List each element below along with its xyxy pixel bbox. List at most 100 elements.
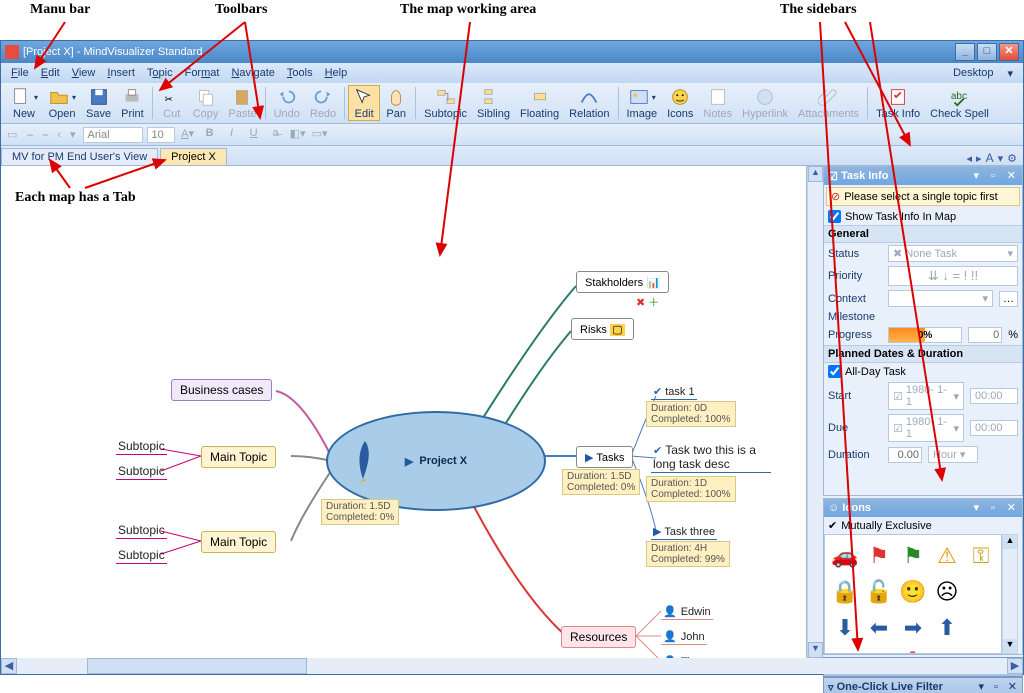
show-task-info-checkbox[interactable]: Show Task Info In Map <box>824 208 1022 225</box>
node-tasks[interactable]: ▶ Tasks <box>576 446 633 468</box>
leaf-subtopic[interactable]: Subtopic <box>116 464 167 480</box>
strike-icon[interactable]: a̶ <box>267 126 285 144</box>
tool-pan[interactable]: Pan <box>380 85 412 121</box>
vscrollbar[interactable]: ▲ ▼ <box>807 166 823 658</box>
tab-project-x[interactable]: Project X <box>160 148 227 165</box>
leaf-task2[interactable]: ✔Task two this is a long task desc <box>651 444 771 473</box>
menu-tools[interactable]: Tools <box>281 65 319 81</box>
due-time[interactable]: 00:00 <box>970 420 1018 436</box>
menu-format[interactable]: Format <box>179 65 226 81</box>
context-more-button[interactable]: … <box>999 291 1018 307</box>
cancel-icon[interactable]: ✖ <box>863 647 895 654</box>
hscrollbar[interactable]: ◀ ▶ <box>1 658 1023 674</box>
start-date[interactable]: ☑ 1980- 1- 1 ▾ <box>888 382 964 410</box>
node-risks[interactable]: Risks ▢ <box>571 318 634 340</box>
fill-color-icon[interactable]: ◧▾ <box>289 126 307 144</box>
tool-print[interactable]: Print <box>116 85 149 121</box>
menu-topic[interactable]: Topic <box>141 65 179 81</box>
size-select[interactable]: 10 <box>147 127 175 143</box>
unlock-icon[interactable]: 🔓 <box>863 575 895 609</box>
tool-checkspell[interactable]: abcCheck Spell <box>925 85 994 121</box>
tool-floating[interactable]: Floating <box>515 85 564 121</box>
menu-view[interactable]: View <box>66 65 102 81</box>
tool-relation[interactable]: Relation <box>564 85 614 121</box>
tool-open[interactable]: ▾Open <box>43 85 81 121</box>
scroll-thumb[interactable] <box>87 658 307 674</box>
duration-unit[interactable]: Hour ▾ <box>928 446 978 463</box>
leaf-task1[interactable]: ✔task 1 <box>651 384 697 400</box>
mutual-exclusive-checkbox[interactable]: ✔Mutually Exclusive <box>824 517 1022 534</box>
tool-icons[interactable]: Icons <box>662 85 698 121</box>
bold-icon[interactable]: B <box>201 126 219 144</box>
close-button[interactable]: ✕ <box>999 43 1019 61</box>
duration-value[interactable]: 0.00 <box>888 447 922 463</box>
icons-grid[interactable]: 🚗 ⚑ ⚑ ⚠ ⚿ 🔒 🔓 🙂 ☹ ⬇ ⬅ ➡ ⬆ <box>824 534 1002 654</box>
tool-subtopic[interactable]: Subtopic <box>419 85 472 121</box>
tab-funnel-icon[interactable]: ▾ <box>998 152 1004 165</box>
check-icon[interactable]: ✔ <box>829 647 861 654</box>
tab-settings-icon[interactable]: ⚙ <box>1007 152 1017 165</box>
shape-tools[interactable]: ▭ ⌢ ⎯ ‹ ▾ <box>7 128 79 142</box>
car-icon[interactable]: 🚗 <box>829 539 861 573</box>
stake-controls[interactable]: ✖ ＋ <box>636 294 659 310</box>
scroll-left-icon[interactable]: ◀ <box>1 658 17 674</box>
menu-navigate[interactable]: Navigate <box>225 65 280 81</box>
allday-checkbox[interactable]: All-Day Task <box>824 363 1022 380</box>
arrow-right-icon[interactable]: ➡ <box>897 611 929 645</box>
minimize-button[interactable]: _ <box>955 43 975 61</box>
panel-controls[interactable]: ▾ ▫ ✕ <box>973 169 1018 183</box>
menu-help[interactable]: Help <box>319 65 354 81</box>
node-main-topic-1[interactable]: Main Topic <box>201 446 276 468</box>
tool-save[interactable]: Save <box>81 85 116 121</box>
node-main-topic-2[interactable]: Main Topic <box>201 531 276 553</box>
priority-buttons[interactable]: ⇊ ↓ = ! !! <box>888 266 1018 286</box>
tab-nav-left-icon[interactable]: ◂ <box>967 152 973 165</box>
node-resources[interactable]: Resources <box>561 626 636 648</box>
tool-image[interactable]: ▾Image <box>622 85 663 121</box>
lock-icon[interactable]: 🔒 <box>829 575 861 609</box>
central-topic[interactable]: ▶Project X <box>326 411 546 511</box>
panel-filter[interactable]: ▿ One-Click Live Filter▾ ▫ ✕ <box>823 677 1023 693</box>
bang-icon[interactable]: ❗ <box>897 647 929 654</box>
menu-insert[interactable]: Insert <box>101 65 141 81</box>
blank-icon[interactable] <box>965 611 997 645</box>
leaf-subtopic[interactable]: Subtopic <box>116 548 167 564</box>
border-color-icon[interactable]: ▭▾ <box>311 126 329 144</box>
flag-icon[interactable]: ⚑ <box>863 539 895 573</box>
flag-green-icon[interactable]: ⚑ <box>897 539 929 573</box>
start-time[interactable]: 00:00 <box>970 388 1018 404</box>
arrow-down-icon[interactable]: ⬇ <box>829 611 861 645</box>
context-select[interactable]: ▾ <box>888 290 993 307</box>
font-color-icon[interactable]: A▾ <box>179 126 197 144</box>
desktop-dropdown-icon[interactable]: ▾ <box>1001 65 1019 82</box>
due-date[interactable]: ☑ 1980- 1- 1 ▾ <box>888 414 964 442</box>
blank-icon[interactable] <box>965 575 997 609</box>
leaf-subtopic[interactable]: Subtopic <box>116 523 167 539</box>
key-icon[interactable]: ⚿ <box>965 539 997 573</box>
desktop-link[interactable]: Desktop <box>947 65 999 81</box>
tab-filter-icon[interactable]: A <box>986 151 994 165</box>
scroll-down-icon[interactable]: ▼ <box>808 642 823 658</box>
forbidden-icon[interactable]: ⊘ <box>931 647 963 654</box>
tool-sibling[interactable]: Sibling <box>472 85 515 121</box>
underline-icon[interactable]: U <box>245 126 263 144</box>
map-canvas[interactable]: ▶Project X Duration: 1.5DCompleted: 0% B… <box>1 166 807 658</box>
font-select[interactable]: Arial <box>83 127 143 143</box>
tool-new[interactable]: ▾New <box>5 85 43 121</box>
menu-edit[interactable]: Edit <box>35 65 66 81</box>
titlebar[interactable]: [Project X] - MindVisualizer Standard _ … <box>1 41 1023 63</box>
leaf-john[interactable]: 👤John <box>661 629 707 645</box>
italic-icon[interactable]: I <box>223 126 241 144</box>
leaf-task3[interactable]: ▶ Task three <box>651 524 717 540</box>
arrow-up-icon[interactable]: ⬆ <box>931 611 963 645</box>
leaf-tim[interactable]: 👤Tim <box>661 654 701 658</box>
tool-taskinfo[interactable]: Task Info <box>871 85 925 121</box>
warn-icon[interactable]: ⚠ <box>931 539 963 573</box>
menu-file[interactable]: File <box>5 65 35 81</box>
leaf-subtopic[interactable]: Subtopic <box>116 439 167 455</box>
tool-edit[interactable]: Edit <box>348 85 380 121</box>
node-stakeholders[interactable]: Stakholders 📊 <box>576 271 669 293</box>
scroll-right-icon[interactable]: ▶ <box>1007 658 1023 674</box>
status-select[interactable]: ✖ None Task▾ <box>888 245 1018 262</box>
sad-icon[interactable]: ☹ <box>931 575 963 609</box>
